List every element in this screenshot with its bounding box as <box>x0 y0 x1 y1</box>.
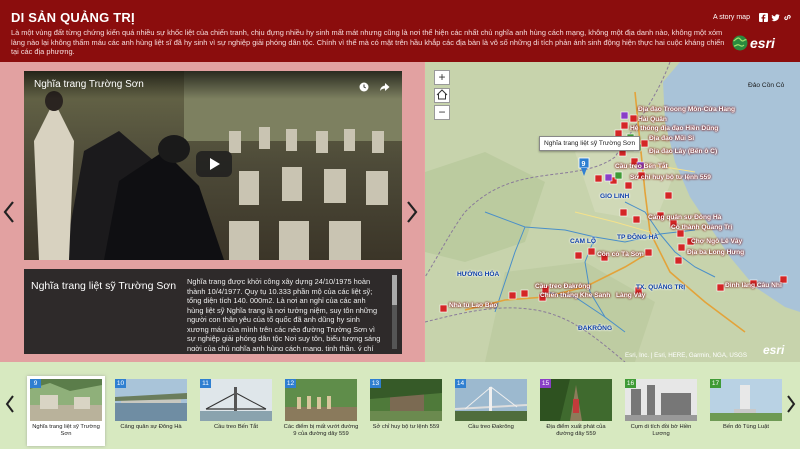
thumbnail-label: Cụm di tích đồi bờ Hiền Lương <box>630 424 692 437</box>
home-icon <box>436 89 448 100</box>
map-label[interactable]: Sở chỉ huy bộ tư lệnh 559 <box>630 174 711 181</box>
map-view[interactable]: 9 + − Đảo Cồn Cỏ Địa đạo Troong Môn-Cửa … <box>425 62 800 362</box>
map-label[interactable]: Địa đạo Lây (Bến ô C) <box>649 148 717 155</box>
map-label[interactable]: Làng Vây <box>616 292 645 299</box>
next-arrow-icon[interactable] <box>405 200 419 224</box>
link-icon[interactable] <box>783 13 792 22</box>
zoom-in-button[interactable]: + <box>434 70 450 85</box>
esri-logo[interactable]: esri <box>732 34 788 52</box>
carousel-previous-icon[interactable] <box>3 394 17 414</box>
caption-text: Nghĩa trang được khởi công xây dựng 24/1… <box>187 277 381 351</box>
caption-title: Nghĩa trang liệt sỹ Trường Sơn <box>31 280 177 292</box>
carousel-next-icon[interactable] <box>784 394 798 414</box>
map-label[interactable]: Nhà tù Lao Bảo <box>449 302 497 309</box>
thumbnail-label: Cầu treo Bến Tắt <box>213 424 259 430</box>
twitter-icon[interactable] <box>771 13 780 22</box>
share-icon[interactable] <box>379 79 390 91</box>
thumbnail-number: 12 <box>285 379 296 388</box>
map-label[interactable]: Chiến thắng Khe Sanh <box>540 292 610 299</box>
map-label[interactable]: Hệ thống địa đạo Hiền Dũng <box>630 125 718 132</box>
facebook-icon[interactable] <box>759 13 768 22</box>
district-label: CAM LỘ <box>570 238 597 245</box>
map-label[interactable]: Đảo Cồn Cỏ <box>748 82 784 89</box>
thumbnail-label: Nghĩa trang liệt sỹ Trường Sơn <box>32 424 100 437</box>
video-title[interactable]: Nghĩa trang Trường Sơn <box>34 79 144 90</box>
previous-arrow-icon[interactable] <box>2 200 16 224</box>
watch-later-icon[interactable] <box>359 79 369 92</box>
thumbnail-label: Các điểm bị mất vướt đường 9 của đường d… <box>283 424 359 437</box>
thumbnail-item[interactable]: 12 Các điểm bị mất vướt đường 9 của đường… <box>282 376 360 446</box>
caption-scrollbar-thumb[interactable] <box>392 275 397 305</box>
thumbnail-number: 14 <box>455 379 466 388</box>
map-label[interactable]: Cảng quân sự Đông Hà <box>648 214 721 221</box>
svg-text:9: 9 <box>582 161 586 168</box>
thumbnail-item[interactable]: 15 Địa điểm xuất phát của đường dây 559 <box>537 376 615 446</box>
video-player[interactable]: Nghĩa trang Trường Sơn <box>24 71 402 260</box>
play-button[interactable] <box>196 151 232 177</box>
thumbnail-number: 10 <box>115 379 126 388</box>
story-map-link[interactable]: A story map <box>713 14 750 21</box>
page-title: DI SẢN QUẢNG TRỊ <box>11 10 135 25</box>
map-label[interactable]: Đình làng Câu Nhĩ <box>725 282 782 289</box>
caption-panel: Nghĩa trang liệt sỹ Trường Sơn Nghĩa tra… <box>24 269 402 354</box>
thumbnail-number: 13 <box>370 379 381 388</box>
thumbnail-number: 17 <box>710 379 721 388</box>
district-label: GIO LINH <box>600 193 630 200</box>
home-button[interactable] <box>434 88 450 103</box>
thumbnail-number: 9 <box>30 379 41 388</box>
thumbnail-number: 11 <box>200 379 211 388</box>
story-description: Là một vùng đất từng chứng kiến quá nhiề… <box>11 28 725 57</box>
map-label[interactable]: Cầu treo Đakrông <box>535 283 590 290</box>
thumbnail-item[interactable]: 16 Cụm di tích đồi bờ Hiền Lương <box>622 376 700 446</box>
thumbnail-item[interactable]: 11 Cầu treo Bến Tắt <box>197 376 275 446</box>
map-label[interactable]: Cầu treo Bến Tắt <box>615 163 668 170</box>
map-tooltip: Nghĩa trang liệt sỹ Trường Sơn <box>539 136 641 151</box>
thumbnail-number: 15 <box>540 379 551 388</box>
play-icon <box>210 158 220 170</box>
district-label: ĐAKRÔNG <box>578 325 613 332</box>
media-panel: Nghĩa trang Trường Sơn Nghĩa trang liệt … <box>0 62 424 362</box>
map-label[interactable]: Cổ thành Quảng Trị <box>671 224 732 231</box>
district-label: TP ĐÔNG HÀ <box>617 234 659 241</box>
map-attribution[interactable]: Esri, Inc. | Esri, HERE, Garmin, NGA, US… <box>625 352 747 359</box>
thumbnail-item[interactable]: 17 Bến đò Tùng Luật <box>707 376 785 446</box>
map-label[interactable]: Cồn cỏ Tà Sơn <box>597 251 644 258</box>
svg-text:esri: esri <box>750 35 776 51</box>
map-label[interactable]: Hải Quân <box>638 116 667 123</box>
district-label: TX. QUẢNG TRỊ <box>636 284 686 291</box>
header: DI SẢN QUẢNG TRỊ Là một vùng đất từng ch… <box>0 0 800 62</box>
thumbnail-label: Bến đò Tùng Luật <box>723 424 769 430</box>
map-canvas: 9 <box>425 62 800 362</box>
thumbnail-label: Cảng quân sự Đông Hà <box>120 424 182 430</box>
thumbnail-item[interactable]: 14 Cầu treo Đakrông <box>452 376 530 446</box>
thumbnail-label: Địa điểm xuất phát của đường dây 559 <box>546 424 606 437</box>
thumbnail-item[interactable]: 13 Sở chỉ huy bộ tư lệnh 559 <box>367 376 445 446</box>
thumbnail-label: Cầu treo Đakrông <box>468 424 514 430</box>
map-esri-logo: esri <box>763 343 785 357</box>
thumbnail-item[interactable]: 10 Cảng quân sự Đông Hà <box>112 376 190 446</box>
map-label[interactable]: Địa đạo Troong Môn-Cửa Hang <box>638 106 735 113</box>
district-label: HƯỚNG HÓA <box>457 271 500 278</box>
map-label[interactable]: Địa đạo Mũi Si <box>649 135 694 142</box>
map-label[interactable]: Địa ba Long Hưng <box>687 249 744 256</box>
thumbnail-item[interactable]: 9 Nghĩa trang liệt sỹ Trường Sơn <box>27 376 105 446</box>
thumbnail-label: Sở chỉ huy bộ tư lệnh 559 <box>372 424 440 430</box>
map-label[interactable]: Chợ Ngô Lê Vây <box>691 238 742 245</box>
thumbnail-number: 16 <box>625 379 636 388</box>
thumbnail-carousel: 9 Nghĩa trang liệt sỹ Trường Sơn 10 Cảng qu… <box>0 362 800 449</box>
zoom-out-button[interactable]: − <box>434 105 450 120</box>
